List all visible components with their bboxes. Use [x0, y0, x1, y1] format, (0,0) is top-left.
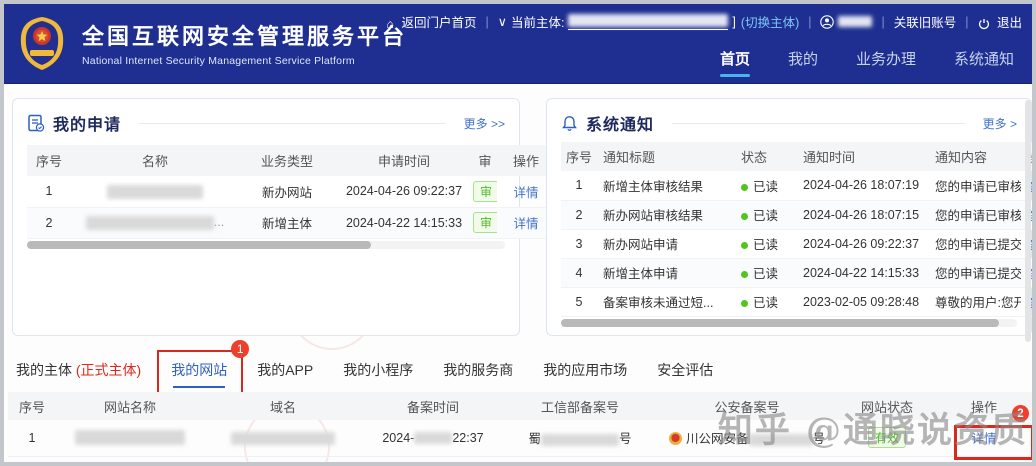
applications-panel-title: 我的申请 [53, 117, 122, 134]
nav-business[interactable]: 业务办理 [856, 48, 916, 77]
current-entity-label: 当前主体: [510, 16, 565, 30]
col-title: 通知标题 [597, 142, 735, 171]
notifications-panel-title: 系统通知 [586, 117, 655, 134]
redacted-name [71, 176, 239, 207]
notification-row: 2 新办网站审核结果 已读 2024-04-26 18:07:15 您的申请已审… [561, 200, 1032, 229]
national-emblem-icon [668, 432, 682, 446]
link-old-account[interactable]: 关联旧账号 [894, 12, 957, 31]
col-content: 通知内容 [929, 142, 1021, 171]
page-vscrollbar[interactable] [1025, 100, 1031, 342]
notifications-table: 序号 通知标题 状态 通知时间 通知内容 操作 1 新增主体审核结果 已读 20… [561, 142, 1032, 317]
annotation-badge-1: 1 [231, 340, 250, 358]
switch-entity-link[interactable]: (切换主体) [741, 12, 799, 31]
tab-my-provider[interactable]: 我的服务商 [443, 360, 513, 392]
nav-notifications[interactable]: 系统通知 [954, 48, 1014, 77]
col-domain: 域名 [204, 392, 362, 420]
redacted-website-name [56, 420, 204, 456]
top-header: 全国互联网安全管理服务平台 National Internet Security… [4, 4, 1032, 84]
websites-table: 序号 网站名称 域名 备案时间 工信部备案号 公安备案号 网站状态 操作 1 2… [8, 392, 1032, 457]
application-row: 1 新办网站 2024-04-26 09:22:37 审 详情 [27, 176, 555, 207]
site-status-badge: 有效 [867, 427, 906, 449]
platform-subtitle: National Internet Security Management Se… [82, 55, 355, 67]
redacted-name: ... [71, 207, 239, 238]
col-time: 通知时间 [797, 142, 929, 171]
read-status-dot [741, 300, 748, 308]
redacted-domain [204, 420, 362, 456]
col-review-clipped: 审 [473, 145, 497, 176]
logout-link[interactable]: 退出 [978, 12, 1022, 31]
bell-icon [562, 115, 577, 131]
col-record-time: 备案时间 [362, 392, 504, 420]
notifications-hscrollbar[interactable] [561, 318, 1017, 327]
my-applications-panel: 我的申请 更多 >> 序号 名称 业务类型 申请时间 审 操作 1 新办网站 2… [12, 98, 555, 336]
col-status: 状态 [735, 142, 797, 171]
tab-my-subject[interactable]: 我的主体 (正式主体) [16, 360, 141, 392]
notification-row: 4 新增主体申请 已读 2024-04-22 14:15:33 您的申请已提交 … [561, 258, 1032, 287]
read-status-dot [741, 213, 748, 221]
applications-hscrollbar[interactable] [27, 240, 505, 249]
main-nav: 首页 我的 业务办理 系统通知 [720, 48, 1014, 77]
tab-my-miniprogram[interactable]: 我的小程序 [343, 360, 413, 392]
applications-more-link[interactable]: 更多 >> [464, 115, 505, 132]
nav-home[interactable]: 首页 [720, 48, 750, 77]
col-website-name: 网站名称 [56, 392, 204, 420]
col-police-number: 公安备案号 [656, 392, 838, 420]
tab-my-appmarket[interactable]: 我的应用市场 [543, 360, 627, 392]
tab-my-app[interactable]: 我的APP [257, 360, 313, 392]
record-time: 2024- 22:37 [382, 430, 484, 445]
col-seq: 序号 [8, 392, 56, 420]
detail-link[interactable]: 详情 [513, 217, 538, 231]
home-link[interactable]: ⌂ 返回门户首页 [386, 12, 476, 31]
username-redacted [838, 16, 873, 27]
applications-table: 序号 名称 业务类型 申请时间 审 操作 1 新办网站 2024-04-26 0… [27, 145, 555, 239]
read-status-dot [741, 242, 748, 250]
review-status-badge: 审 [473, 212, 497, 233]
page: 全国互联网安全管理服务平台 National Internet Security… [0, 0, 1036, 466]
nav-mine[interactable]: 我的 [788, 48, 818, 77]
police-badge-logo [20, 17, 64, 70]
tab-security-assessment[interactable]: 安全评估 [657, 360, 713, 392]
website-row: 1 2024- 22:37 蜀号 川公网安备号 有效 详情 [8, 420, 1032, 456]
detail-link[interactable]: 详情 [513, 186, 538, 200]
col-miit-number: 工信部备案号 [504, 392, 656, 420]
notification-row: 3 新办网站申请 已读 2024-04-26 09:22:37 您的申请已提交 … [561, 229, 1032, 258]
col-site-status: 网站状态 [838, 392, 936, 420]
document-icon [28, 114, 45, 132]
entity-tabs: 我的主体 (正式主体) 我的网站 1 我的APP 我的小程序 我的服务商 我的应… [4, 336, 1032, 394]
notification-row: 5 备案审核未通过短... 已读 2023-02-05 09:28:48 尊敬的… [561, 287, 1032, 316]
police-record-number: 川公网安备号 [656, 420, 838, 456]
utility-bar: ⌂ 返回门户首页 | ∨ 当前主体: ] (切换主体) | | 关联旧账号 | … [386, 12, 1022, 31]
tab-my-websites[interactable]: 我的网站 1 [157, 340, 250, 394]
col-seq: 序号 [561, 142, 597, 171]
formal-subject-flag: (正式主体) [75, 362, 142, 378]
platform-title: 全国互联网安全管理服务平台 [82, 24, 408, 49]
read-status-dot [741, 183, 748, 191]
col-type: 业务类型 [239, 145, 335, 176]
col-seq: 序号 [27, 145, 71, 176]
current-entity-value-redacted [568, 13, 729, 31]
annotation-badge-2: 2 [1012, 405, 1029, 422]
miit-record-number: 蜀号 [528, 432, 632, 447]
user-icon [820, 14, 835, 29]
review-status-badge: 审 [473, 180, 497, 202]
col-apply-time: 申请时间 [335, 145, 473, 176]
application-row: 2 ... 新增主体 2024-04-22 14:15:33 审 详情 [27, 207, 555, 238]
entity-bracket: ] [732, 14, 736, 29]
home-icon: ⌂ [386, 16, 395, 31]
system-notifications-panel: 系统通知 更多 > 序号 通知标题 状态 通知时间 通知内容 操作 [546, 98, 1032, 336]
chevron-down-icon: ∨ [497, 15, 507, 29]
read-status-dot [741, 271, 748, 279]
website-detail-link[interactable]: 详情 [971, 432, 996, 446]
power-icon [978, 18, 990, 30]
col-name: 名称 [71, 145, 239, 176]
notification-row: 1 新增主体审核结果 已读 2024-04-26 18:07:19 您的申请已审… [561, 171, 1032, 200]
notifications-more-link[interactable]: 更多 > [983, 115, 1017, 132]
